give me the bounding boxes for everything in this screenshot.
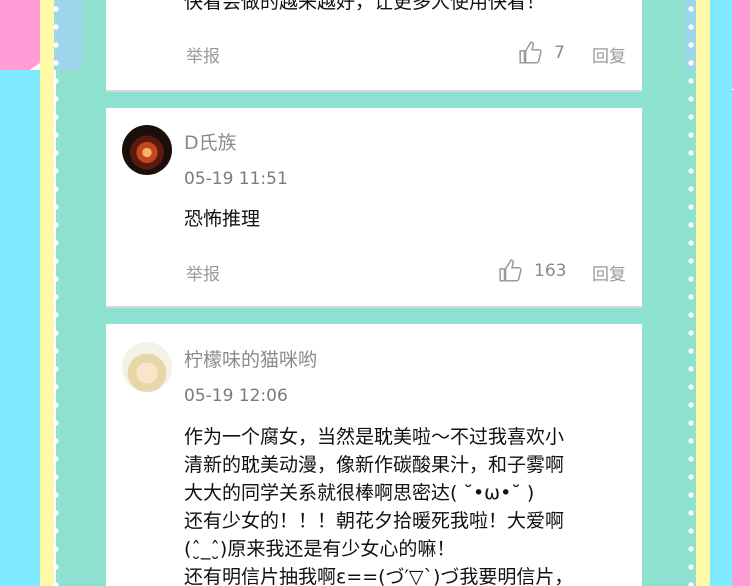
- comment-line: 还有明信片抽我啊ε==(づ′▽`)づ我要明信片，: [184, 566, 574, 586]
- decorative-stripe-cyan: [0, 70, 42, 586]
- comment-username[interactable]: D氏族: [184, 128, 237, 155]
- decorative-dots: [53, 0, 59, 586]
- report-link[interactable]: 举报: [186, 42, 220, 67]
- comment-line: 快看会做的越来越好，让更多人使用快看！: [184, 0, 546, 13]
- decorative-stripe-cyan: [710, 0, 732, 586]
- comment-card: 快看会做的越来越好，让更多人使用快看！ 举报 7 回复: [106, 0, 642, 92]
- comment-line: 大大的同学关系就很棒啊思密达( ˘•ω•˘ ): [184, 482, 535, 504]
- comment-line: 还有少女的！！！朝花夕拾暖死我啦！大爱啊: [184, 510, 565, 532]
- decorative-stripe-yellow: [40, 0, 54, 586]
- report-link[interactable]: 举报: [186, 260, 220, 285]
- decorative-dots: [688, 0, 694, 586]
- comment-timestamp: 05-19 12:06: [184, 386, 288, 406]
- comment-body: 恐怖推理: [184, 205, 634, 233]
- decorative-stripe-yellow: [696, 0, 710, 586]
- user-avatar-icon[interactable]: [122, 125, 172, 175]
- comment-username[interactable]: 柠檬味的猫咪哟: [184, 345, 317, 372]
- comment-line: 清新的耽美动漫，像新作碳酸果汁，和子雾啊: [184, 454, 565, 476]
- like-count: 7: [554, 43, 565, 63]
- comment-line: 恐怖推理: [184, 208, 261, 230]
- comment-timestamp: 05-19 11:51: [184, 169, 288, 189]
- decorative-stripe-pink: [732, 90, 750, 586]
- comment-line: (ˆ̮_ˆ̮)原来我还是有少女心的嘛！: [184, 538, 456, 560]
- like-count: 163: [534, 261, 567, 281]
- comment-line: 作为一个腐女，当然是耽美啦～不过我喜欢小: [184, 426, 565, 448]
- comment-card: 柠檬味的猫咪哟 05-19 12:06 作为一个腐女，当然是耽美啦～不过我喜欢小…: [106, 324, 642, 586]
- user-avatar-icon[interactable]: [122, 342, 172, 392]
- reply-link[interactable]: 回复: [592, 260, 626, 285]
- thumbs-up-icon: [519, 41, 542, 64]
- comment-body: 作为一个腐女，当然是耽美啦～不过我喜欢小 清新的耽美动漫，像新作碳酸果汁，和子雾…: [184, 423, 634, 586]
- reply-link[interactable]: 回复: [592, 42, 626, 67]
- comment-body: 快看会做的越来越好，让更多人使用快看！: [184, 0, 634, 16]
- thumbs-up-icon: [499, 259, 522, 282]
- like-button[interactable]: 7: [518, 40, 565, 66]
- like-button[interactable]: 163: [498, 258, 566, 284]
- comment-card: D氏族 05-19 11:51 恐怖推理 举报 163 回复: [106, 108, 642, 308]
